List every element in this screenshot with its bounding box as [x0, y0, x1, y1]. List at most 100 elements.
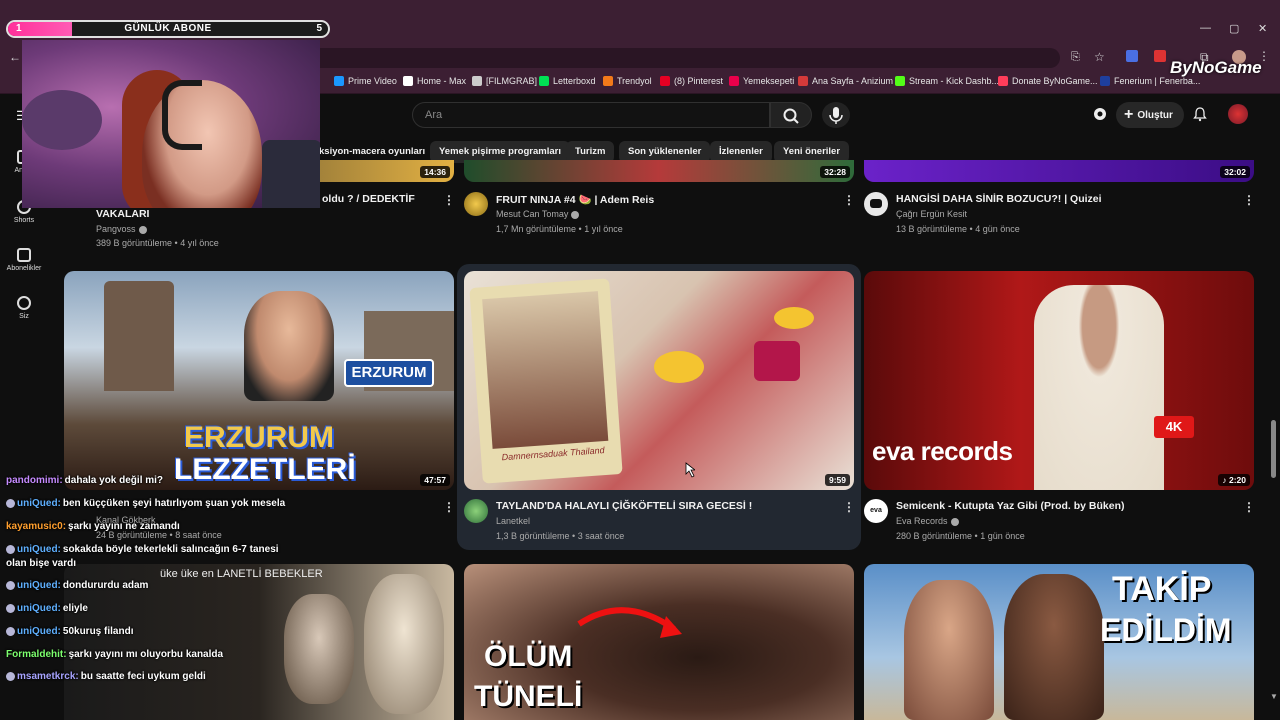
- channel-avatar[interactable]: [464, 192, 488, 216]
- bookmark-item[interactable]: Letterboxd: [539, 76, 596, 86]
- voice-search-button[interactable]: [822, 102, 850, 128]
- bookmark-item[interactable]: Ana Sayfa - Anizium: [798, 76, 893, 86]
- lemon-shape: [774, 307, 814, 329]
- chat-message: uniQued: sokakda böyle tekerlekli salınca…: [6, 544, 279, 555]
- frame-photo: [482, 291, 609, 449]
- person-figure: [1004, 574, 1104, 720]
- sidebar-item-you[interactable]: Siz: [0, 296, 48, 320]
- subscriber-goal-current: 1: [16, 23, 22, 34]
- headphones-shape: [162, 80, 202, 150]
- channel-avatar[interactable]: [864, 192, 888, 216]
- subscriber-goal-target: 5: [316, 23, 322, 34]
- back-icon[interactable]: ←: [9, 50, 21, 64]
- singer-figure: [1034, 285, 1164, 490]
- video-meta: 1,3 B görüntüleme • 3 saat önce: [496, 531, 625, 541]
- chat-message: uniQued: 50kuruş filandı: [6, 626, 133, 637]
- channel-avatar[interactable]: [464, 499, 488, 523]
- mouse-cursor-icon: [685, 462, 695, 478]
- more-options-icon[interactable]: ⋮: [1243, 500, 1255, 514]
- video-title[interactable]: FRUIT NINJA #4 🍉 | Adem Reis: [496, 193, 654, 206]
- more-options-icon[interactable]: ⋮: [443, 193, 455, 207]
- doll-figure: [284, 594, 354, 704]
- building-shape: [104, 281, 174, 391]
- more-options-icon[interactable]: ⋮: [843, 500, 855, 514]
- install-icon[interactable]: ⎘: [1071, 51, 1080, 64]
- plus-icon: +: [1124, 106, 1134, 123]
- resolution-badge: 4K: [1154, 416, 1194, 438]
- extension-icon[interactable]: [1126, 50, 1138, 62]
- video-meta: 1,7 Mn görüntüleme • 1 yıl önce: [496, 224, 623, 234]
- video-title[interactable]: Semicenk - Kutupta Yaz Gibi (Prod. by Bü…: [896, 500, 1125, 512]
- bookmark-item[interactable]: [FILMGRAB]: [472, 76, 537, 86]
- plush-toy-shape: [22, 90, 102, 150]
- video-title[interactable]: VAKALARI: [96, 208, 149, 220]
- video-thumbnail[interactable]: ERZURUM ERZURUM LEZZETLERİ 47:57: [64, 271, 454, 490]
- maximize-icon[interactable]: ▢: [1229, 22, 1239, 35]
- verified-icon: [571, 210, 580, 219]
- video-title[interactable]: oldu ? / DEDEKTİF: [322, 193, 415, 205]
- bookmark-item[interactable]: Home - Max: [403, 76, 466, 86]
- chat-badge-icon: [6, 603, 15, 613]
- fruit-shape: [754, 341, 800, 381]
- cast-icon[interactable]: [1092, 106, 1108, 122]
- thumbnail-text: eva records: [872, 436, 1013, 466]
- video-meta: 280 B görüntüleme • 1 gün önce: [896, 531, 1025, 541]
- subscriptions-icon: [17, 248, 31, 262]
- lemon-shape: [654, 351, 704, 383]
- person-figure: [904, 580, 994, 720]
- channel-name[interactable]: Mesut Can Tomay: [496, 209, 580, 219]
- video-title[interactable]: TAYLAND'DA HALAYLI ÇİĞKÖFTELİ SIRA GECES…: [496, 500, 752, 512]
- mic-icon: [829, 107, 843, 124]
- bookmark-item[interactable]: (8) Pinterest: [660, 76, 723, 86]
- thumbnail-text: ÖLÜM: [484, 640, 573, 673]
- account-avatar[interactable]: [1228, 104, 1248, 124]
- chat-message: uniQued: dondururdu adam: [6, 580, 148, 591]
- scroll-down-icon[interactable]: ▼: [1270, 692, 1278, 701]
- create-button[interactable]: + Oluştur: [1116, 102, 1184, 128]
- chat-badge-icon: [6, 498, 15, 508]
- chat-message: Formaldehit: şarkı yayını mı oluyorbu kan…: [6, 649, 224, 660]
- chat-badge-icon: [6, 580, 15, 590]
- red-arrow-icon: [577, 607, 682, 638]
- video-thumbnail[interactable]: eva records 4K ♪ 2:20: [864, 271, 1254, 490]
- channel-avatar[interactable]: eva: [864, 499, 888, 523]
- subscriber-goal-label: GÜNLÜK ABONE: [124, 23, 212, 34]
- video-title[interactable]: HANGİSİ DAHA SİNİR BOZUCU?! | Quizei: [896, 193, 1102, 205]
- video-thumbnail[interactable]: 32:28: [464, 160, 854, 182]
- channel-name[interactable]: Çağrı Ergün Kesit: [896, 209, 967, 219]
- channel-name[interactable]: Eva Records: [896, 516, 959, 526]
- video-thumbnail[interactable]: Damnernsaduak Thailand 9:59: [464, 271, 854, 490]
- video-thumbnail[interactable]: TAKİP EDİLDİM: [864, 564, 1254, 720]
- bookmark-item[interactable]: Trendyol: [603, 76, 652, 86]
- subscriber-goal-bar: GÜNLÜK ABONE 1 5: [6, 20, 330, 38]
- video-thumbnail[interactable]: ÖLÜM TÜNELİ: [464, 564, 854, 720]
- thumbnail-text: üke üke en LANETLİ BEBEKLER: [160, 568, 323, 580]
- chat-message: kayamusic0: şarkı yayını ne zamandı: [6, 521, 180, 532]
- close-icon[interactable]: ✕: [1258, 22, 1267, 35]
- channel-name[interactable]: Pangvoss: [96, 224, 147, 234]
- more-options-icon[interactable]: ⋮: [443, 500, 455, 514]
- channel-name[interactable]: Lanetkel: [496, 516, 530, 526]
- extension-icon[interactable]: [1154, 50, 1166, 62]
- bookmark-item[interactable]: Donate ByNoGame...: [998, 76, 1098, 86]
- minimize-icon[interactable]: —: [1200, 22, 1211, 34]
- search-button[interactable]: [770, 102, 812, 128]
- photo-frame: Damnernsaduak Thailand: [469, 278, 623, 484]
- video-thumbnail[interactable]: 32:02: [864, 160, 1254, 182]
- more-options-icon[interactable]: ⋮: [1243, 193, 1255, 207]
- search-input[interactable]: Ara: [412, 102, 770, 128]
- star-icon[interactable]: ☆: [1094, 50, 1105, 64]
- search-icon: [783, 108, 799, 124]
- thumbnail-text: TAKİP: [1112, 570, 1212, 608]
- more-options-icon[interactable]: ⋮: [843, 193, 855, 207]
- chat-badge-icon: [6, 671, 15, 681]
- page-scrollbar[interactable]: [1271, 420, 1276, 478]
- chat-badge-icon: [6, 626, 15, 636]
- notifications-bell-icon[interactable]: [1192, 106, 1208, 122]
- bookmark-item[interactable]: Yemeksepeti: [729, 76, 794, 86]
- chat-message: uniQued: eliyle: [6, 603, 88, 614]
- bookmark-item[interactable]: Prime Video: [334, 76, 397, 86]
- bookmark-item[interactable]: Stream - Kick Dashb...: [895, 76, 999, 86]
- webcam-overlay: [22, 40, 320, 208]
- sidebar-item-subscriptions[interactable]: Abonelikler: [0, 248, 48, 272]
